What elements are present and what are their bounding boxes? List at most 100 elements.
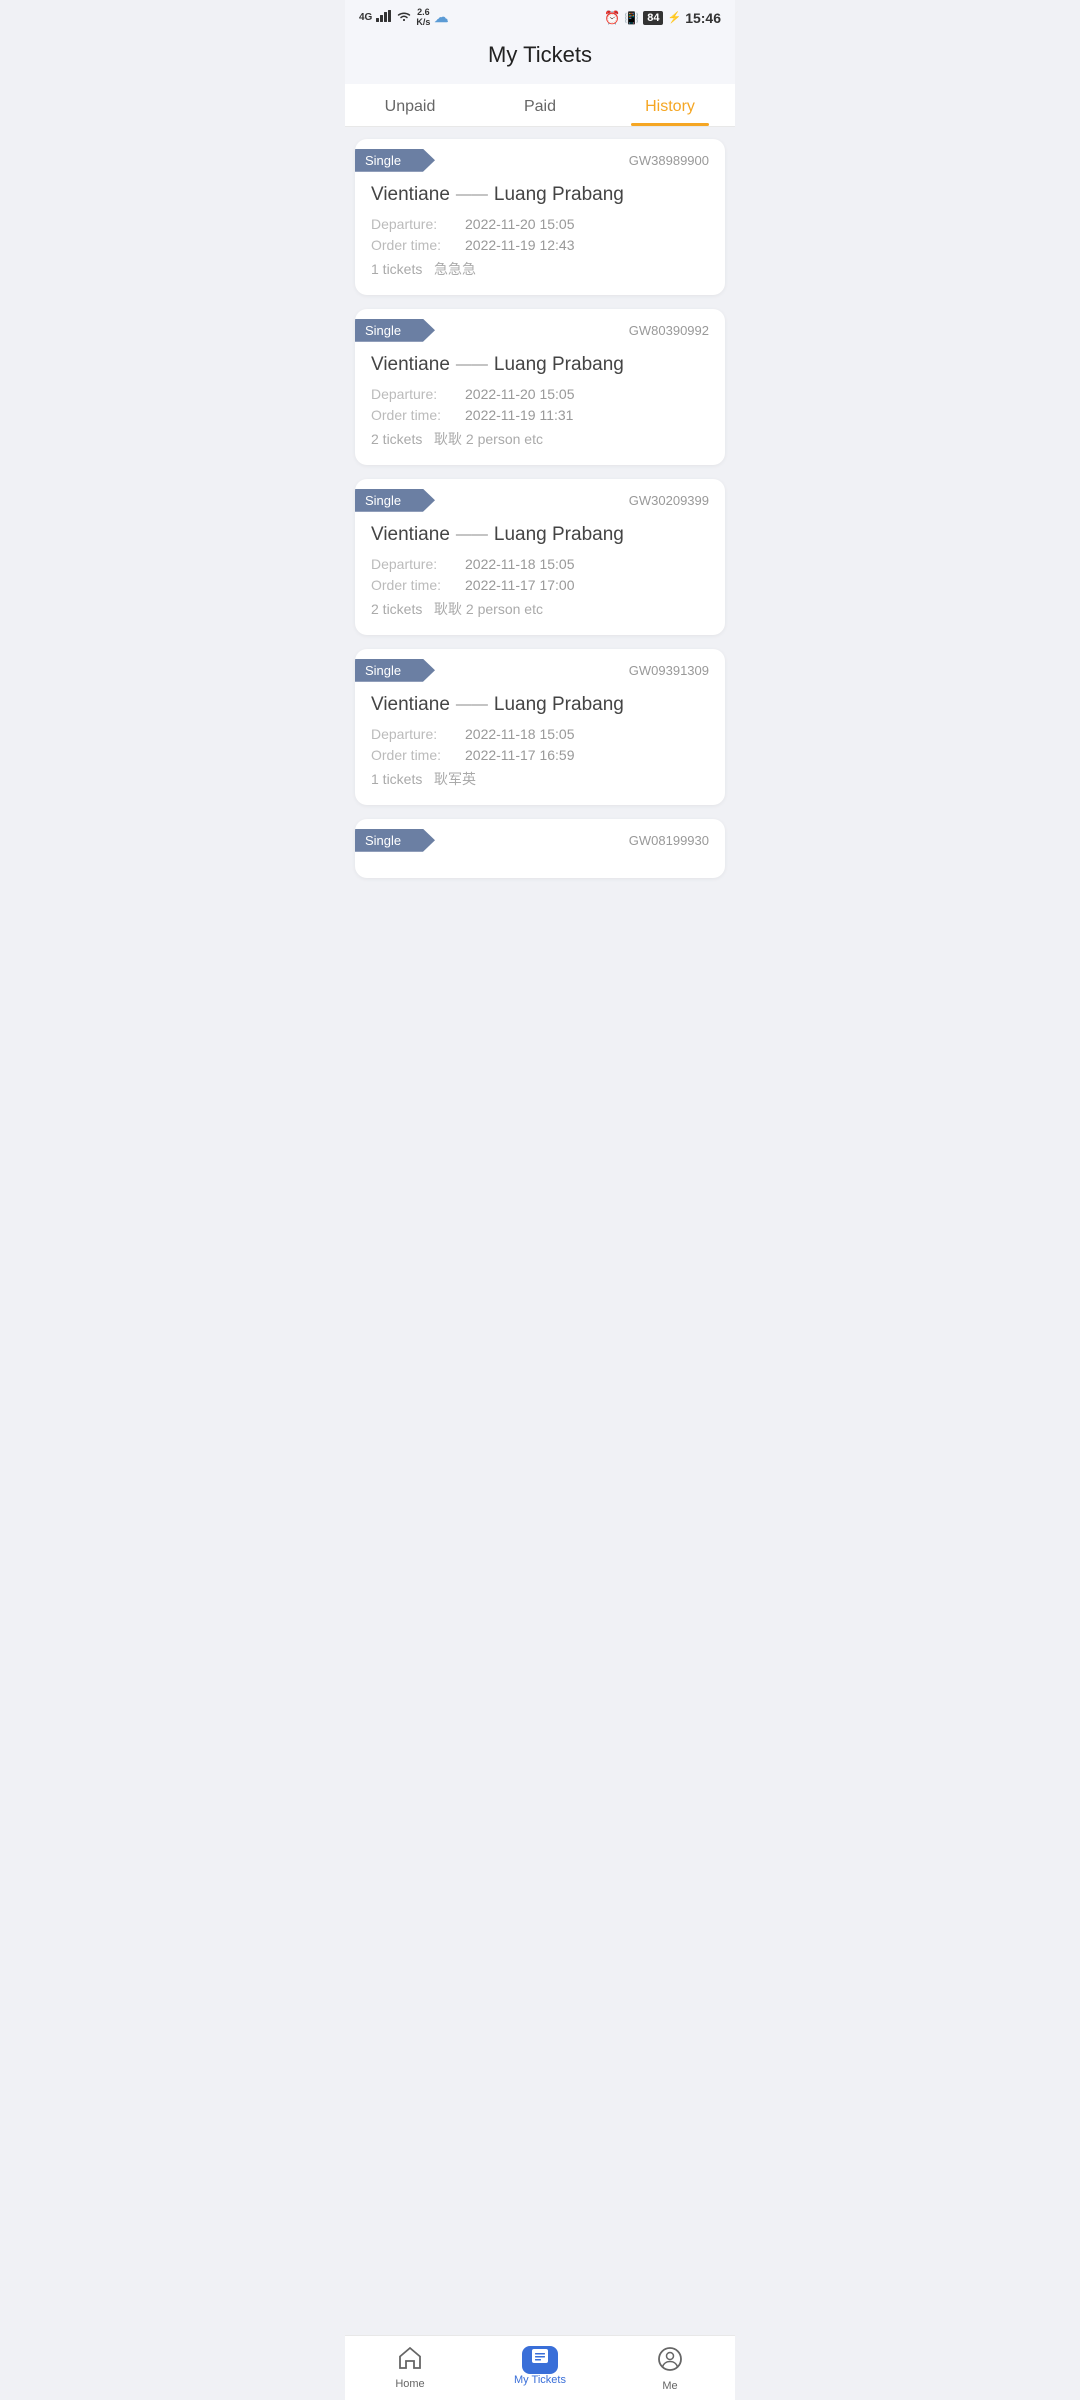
nav-mytickets-label: My Tickets [514,2374,566,2386]
speed-text: 2.6K/s [416,8,430,28]
wifi-icon [396,10,412,25]
route-2: Vientiane —— Luang Prabang [371,524,709,546]
tab-history-label: History [645,98,695,115]
ordertime-row-1: Order time: 2022-11-19 11:31 [371,407,709,423]
battery-indicator: 84 [643,11,663,25]
ordertime-label-0: Order time: [371,237,461,253]
ordertime-value-3: 2022-11-17 16:59 [465,747,575,763]
ticket-card-1[interactable]: Single GW80390992 Vientiane —— Luang Pra… [355,309,725,465]
tab-unpaid-label: Unpaid [385,98,436,115]
ordertime-value-1: 2022-11-19 11:31 [465,407,573,423]
bottom-nav: Home My Tickets Me [345,2335,735,2400]
ticket-type-badge-2: Single [355,489,435,512]
arrow-1: —— [456,356,488,374]
ordertime-row-2: Order time: 2022-11-17 17:00 [371,577,709,593]
home-icon [397,2346,423,2376]
me-icon [657,2346,683,2378]
departure-row-3: Departure: 2022-11-18 15:05 [371,726,709,742]
tickets-note-0: 1 tickets 急急急 [371,259,709,279]
card-header-2: Single GW30209399 [355,479,725,518]
tickets-list: Single GW38989900 Vientiane —— Luang Pra… [345,127,735,958]
tickets-note-3: 1 tickets 耿军英 [371,769,709,789]
route-3: Vientiane —— Luang Prabang [371,694,709,716]
tickets-note-2: 2 tickets 耿耿 2 person etc [371,599,709,619]
card-header-1: Single GW80390992 [355,309,725,348]
cloud-icon: ☁ [434,9,448,26]
network-icon: 4G [359,12,372,23]
order-id-3: GW09391309 [629,663,709,678]
to-3: Luang Prabang [494,694,624,716]
ordertime-row-3: Order time: 2022-11-17 16:59 [371,747,709,763]
nav-home-label: Home [395,2378,424,2390]
to-2: Luang Prabang [494,524,624,546]
passengers-2: 耿耿 2 person etc [434,601,543,617]
ticket-card-4[interactable]: Single GW08199930 [355,819,725,878]
ticket-type-badge-1: Single [355,319,435,342]
ordertime-value-2: 2022-11-17 17:00 [465,577,575,593]
card-body-2: Vientiane —— Luang Prabang Departure: 20… [355,518,725,635]
tabs-container: Unpaid Paid History [345,84,735,127]
tab-unpaid[interactable]: Unpaid [345,84,475,126]
ticket-count-0: 1 tickets [371,261,422,277]
departure-label-2: Departure: [371,556,461,572]
from-2: Vientiane [371,524,450,546]
order-id-2: GW30209399 [629,493,709,508]
passengers-1: 耿耿 2 person etc [434,431,543,447]
ticket-type-badge-3: Single [355,659,435,682]
ordertime-label-1: Order time: [371,407,461,423]
to-1: Luang Prabang [494,354,624,376]
card-body-0: Vientiane —— Luang Prabang Departure: 20… [355,178,725,295]
mytickets-icon [522,2346,558,2372]
tab-paid[interactable]: Paid [475,84,605,126]
status-right: ⏰ 📳 84 ⚡ 15:46 [604,10,721,26]
ticket-type-badge-4: Single [355,829,435,852]
from-3: Vientiane [371,694,450,716]
time-display: 15:46 [685,10,721,26]
tickets-note-1: 2 tickets 耿耿 2 person etc [371,429,709,449]
card-body-1: Vientiane —— Luang Prabang Departure: 20… [355,348,725,465]
departure-value-0: 2022-11-20 15:05 [465,216,575,232]
ordertime-label-2: Order time: [371,577,461,593]
ticket-count-1: 2 tickets [371,431,422,447]
order-id-4: GW08199930 [629,833,709,848]
ticket-count-2: 2 tickets [371,601,422,617]
ticket-type-badge-0: Single [355,149,435,172]
card-body-3: Vientiane —— Luang Prabang Departure: 20… [355,688,725,805]
ordertime-value-0: 2022-11-19 12:43 [465,237,575,253]
departure-label-1: Departure: [371,386,461,402]
ordertime-label-3: Order time: [371,747,461,763]
card-header-0: Single GW38989900 [355,139,725,178]
ticket-card-0[interactable]: Single GW38989900 Vientiane —— Luang Pra… [355,139,725,295]
departure-value-2: 2022-11-18 15:05 [465,556,575,572]
order-id-1: GW80390992 [629,323,709,338]
page-title: My Tickets [345,42,735,68]
nav-me[interactable]: Me [605,2336,735,2400]
charging-icon: ⚡ [667,11,681,24]
to-0: Luang Prabang [494,184,624,206]
departure-label-3: Departure: [371,726,461,742]
arrow-2: —— [456,526,488,544]
tab-paid-label: Paid [524,98,556,115]
departure-value-1: 2022-11-20 15:05 [465,386,575,402]
passengers-0: 急急急 [434,261,476,277]
nav-me-label: Me [662,2380,677,2392]
alarm-icon: ⏰ [604,10,620,26]
tab-history[interactable]: History [605,84,735,126]
nav-home[interactable]: Home [345,2336,475,2400]
page-header: My Tickets [345,32,735,84]
passengers-3: 耿军英 [434,771,476,787]
ticket-card-2[interactable]: Single GW30209399 Vientiane —— Luang Pra… [355,479,725,635]
departure-row-0: Departure: 2022-11-20 15:05 [371,216,709,232]
departure-value-3: 2022-11-18 15:05 [465,726,575,742]
from-1: Vientiane [371,354,450,376]
ordertime-row-0: Order time: 2022-11-19 12:43 [371,237,709,253]
departure-label-0: Departure: [371,216,461,232]
vibrate-icon: 📳 [624,11,639,25]
ticket-count-3: 1 tickets [371,771,422,787]
ticket-card-3[interactable]: Single GW09391309 Vientiane —— Luang Pra… [355,649,725,805]
arrow-0: —— [456,186,488,204]
status-bar: 4G 2.6K/s ☁ ⏰ 📳 84 ⚡ 15:46 [345,0,735,32]
nav-mytickets[interactable]: My Tickets [475,2336,605,2400]
route-1: Vientiane —— Luang Prabang [371,354,709,376]
departure-row-2: Departure: 2022-11-18 15:05 [371,556,709,572]
